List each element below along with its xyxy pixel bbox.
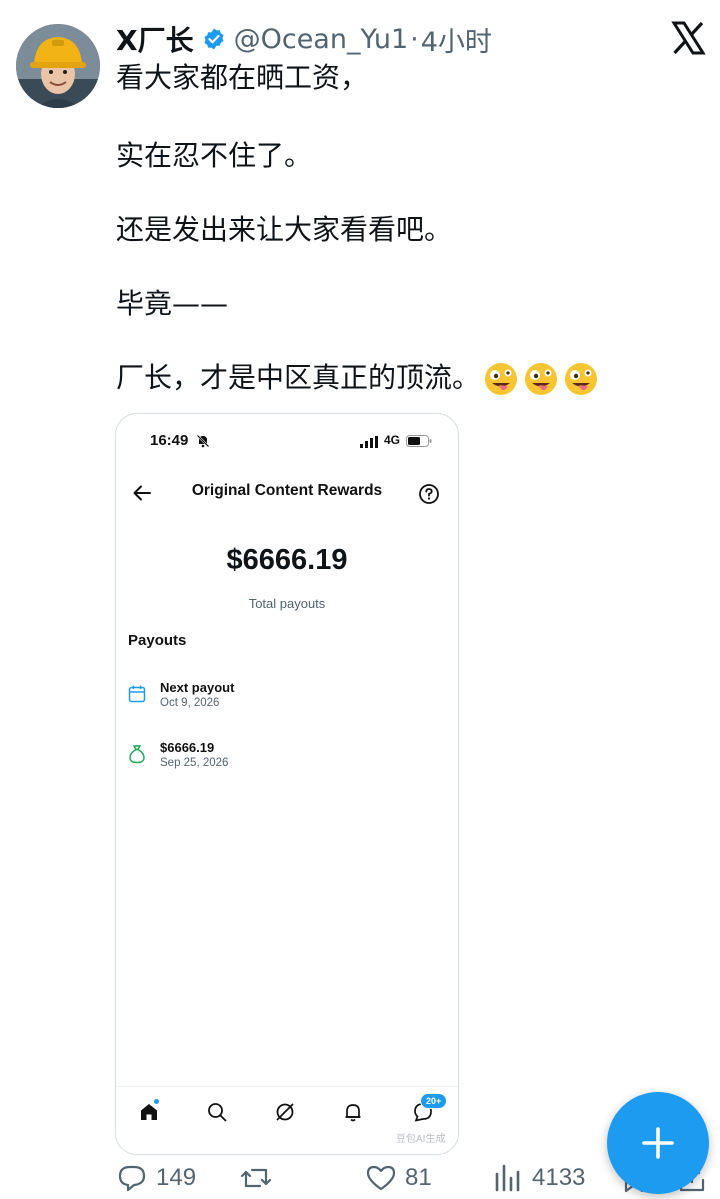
reply-count: 149 (156, 1164, 197, 1191)
view-count: 4133 (532, 1164, 586, 1191)
total-amount: $6666.19 (226, 544, 348, 576)
tweet-media-image[interactable]: 16:49 4G Original Content Rewards $6666.… (115, 413, 459, 1155)
signal-icon (360, 436, 378, 448)
tweet-line-last: 厂长，才是中区真正的顶流。 (116, 358, 598, 398)
total-payouts-label: Total payouts (248, 596, 326, 611)
heart-icon (366, 1165, 396, 1191)
views-chart-icon (495, 1164, 520, 1192)
tweet-line: 实在忍不住了。 (116, 139, 313, 172)
tweet-line: 看大家都在晒工资， (116, 61, 369, 94)
separator: · (410, 23, 419, 55)
battery-icon (406, 435, 432, 447)
status-time: 16:49 (150, 432, 189, 449)
compose-post-button[interactable] (607, 1092, 709, 1194)
repost-button[interactable] (240, 1162, 280, 1194)
handle[interactable]: @Ocean_Yu1 (234, 24, 409, 55)
avatar[interactable] (16, 24, 100, 108)
avatar-image (16, 24, 100, 108)
like-button[interactable]: 81 (365, 1162, 432, 1194)
watermark: 豆包AI生成 (396, 1134, 446, 1145)
search-icon[interactable] (206, 1101, 228, 1123)
reply-button[interactable]: 149 (116, 1162, 196, 1194)
tweet-line: 毕竟—— (116, 287, 229, 320)
x-logo-icon[interactable] (670, 20, 706, 56)
timestamp[interactable]: 4小时 (421, 20, 492, 59)
plus-icon (642, 1127, 674, 1159)
home-icon[interactable] (138, 1101, 160, 1123)
tweet-line: 厂长，才是中区真正的顶流。 (116, 361, 481, 394)
views-button[interactable]: 4133 (492, 1162, 585, 1194)
network-label: 4G (384, 433, 401, 447)
tweet-header: X厂长 @Ocean_Yu1 · 4小时 (116, 18, 492, 60)
reply-icon (118, 1165, 146, 1192)
zany-face-emoji-icon (565, 363, 598, 395)
notifications-bell-icon[interactable] (342, 1101, 364, 1123)
money-bag-icon (129, 745, 145, 764)
payout-row-date: Sep 25, 2026 (160, 757, 229, 769)
page-title: Original Content Rewards (191, 482, 383, 499)
like-count: 81 (405, 1164, 432, 1191)
grok-icon[interactable] (274, 1101, 296, 1123)
payout-row-title: Next payout (160, 680, 235, 695)
home-notification-dot (154, 1099, 159, 1104)
payout-row-date: Oct 9, 2026 (160, 697, 220, 709)
zany-face-emoji-icon (525, 363, 558, 395)
zany-face-emoji-icon (485, 363, 518, 395)
tweet-line: 还是发出来让大家看看吧。 (116, 213, 453, 246)
display-name[interactable]: X厂长 (116, 19, 194, 59)
payout-row-title: $6666.19 (160, 740, 215, 755)
payouts-heading: Payouts (128, 632, 187, 649)
calendar-icon (128, 685, 146, 703)
emoji-row (484, 362, 598, 396)
help-icon[interactable] (418, 483, 440, 505)
muted-bell-icon (196, 434, 210, 448)
messages-badge: 20+ (420, 1093, 448, 1109)
repost-icon (240, 1168, 272, 1188)
verified-badge-icon (204, 28, 224, 50)
